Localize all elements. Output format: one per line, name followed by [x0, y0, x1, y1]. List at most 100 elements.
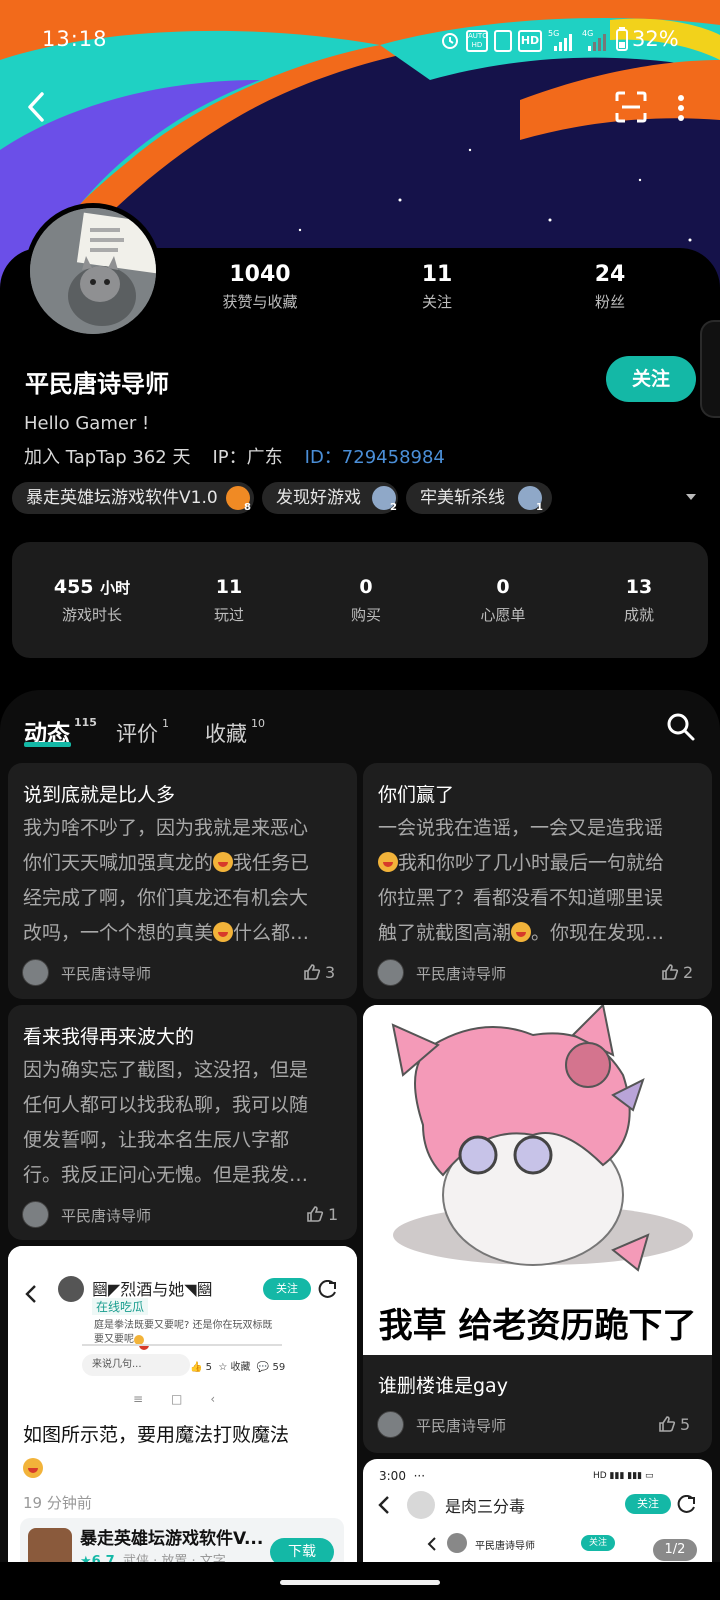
- post-title: 说到底就是比人多: [23, 784, 176, 806]
- page-dots: [172, 1410, 194, 1413]
- thumbs-up-icon: [659, 1416, 676, 1432]
- shot-follow: 关注: [263, 1278, 311, 1300]
- shot-user: 是肉三分毒: [445, 1497, 526, 1516]
- post-card[interactable]: 说到底就是比人多 我为啥不吵了，因为我就是来恶心 你们天天喊加强真龙的 我任务已 …: [8, 763, 357, 999]
- shot-input: 来说几句...: [82, 1354, 190, 1376]
- badge-custom[interactable]: 牢美斩杀线 1: [406, 482, 552, 514]
- shot-inner-user: 平民唐诗导师: [475, 1541, 535, 1552]
- tab-reviews-label: 评价: [116, 722, 158, 746]
- post-time: 19 分钟前: [23, 1494, 92, 1512]
- post-card[interactable]: 3:00 ··· HD ▮▮▮ ▮▮▮ ▭ 是肉三分毒 关注 平民唐诗导师 关注…: [363, 1459, 712, 1577]
- user-bio: Hello Gamer !: [24, 413, 150, 434]
- chevron-down-icon[interactable]: [686, 494, 696, 500]
- avatar: [22, 1201, 49, 1228]
- share-icon: [677, 1495, 695, 1513]
- post-card[interactable]: 你们赢了 一会说我在造谣，一会又是造我谣 我和你吵了几小时最后一句就给 你拉黑了…: [363, 763, 712, 999]
- stat-played[interactable]: 11 玩过: [169, 576, 289, 625]
- signal-4g-icon: 4G: [582, 29, 606, 51]
- tab-favorites-count: 10: [251, 717, 265, 730]
- thumbs-up-icon: [662, 964, 679, 980]
- post-screenshot: 圝◤烈酒与她◥圝 在线吃瓜 关注 庭是拳法既要又要呢? 还是你在玩双标既 要又要…: [8, 1246, 357, 1421]
- nfc-icon: [494, 30, 512, 52]
- stat-following-label: 关注: [421, 293, 452, 311]
- back-arrow-icon[interactable]: [22, 90, 52, 124]
- grin-emoji-icon: [213, 852, 234, 872]
- avatar[interactable]: [25, 203, 161, 339]
- stat-likes-label: 获赞与收藏: [222, 293, 298, 311]
- tab-reviews[interactable]: 评价 1: [116, 717, 169, 748]
- grin-emoji-icon: [23, 1458, 43, 1478]
- side-drawer-handle[interactable]: [700, 320, 720, 418]
- post-title: 看来我得再来波大的: [23, 1026, 195, 1048]
- back-arrow-icon: [378, 1496, 389, 1514]
- avatar: [58, 1276, 84, 1302]
- achievements-number: 13: [625, 576, 653, 598]
- post-body: 一会说我在造谣，一会又是造我谣 我和你吵了几小时最后一句就给 你拉黑了？看都没看…: [378, 817, 665, 944]
- search-icon[interactable]: [666, 712, 696, 742]
- avatar: [377, 1411, 404, 1438]
- user-id[interactable]: ID：729458984: [305, 447, 445, 468]
- like-button[interactable]: 1: [306, 1205, 338, 1224]
- battery-icon: [616, 27, 628, 51]
- stat-following[interactable]: 11 关注: [367, 262, 507, 312]
- post-title: 你们赢了: [378, 784, 455, 806]
- stat-purchased[interactable]: 0 购买: [306, 576, 426, 625]
- auto-icon: AUTO HD: [466, 30, 488, 52]
- scan-icon[interactable]: [614, 90, 648, 124]
- medal-icon: 8: [226, 486, 251, 513]
- stat-playtime[interactable]: 455 小时 游戏时长: [32, 576, 152, 625]
- purchased-label: 购买: [350, 606, 381, 624]
- battery-percent: 32%: [632, 27, 679, 51]
- share-icon: [318, 1280, 336, 1298]
- thumbs-up-icon: [304, 964, 321, 980]
- avatar: [447, 1533, 467, 1553]
- stat-achievements[interactable]: 13 成就: [579, 576, 699, 625]
- post-card[interactable]: 圝◤烈酒与她◥圝 在线吃瓜 关注 庭是拳法既要又要呢? 还是你在玩双标既 要又要…: [8, 1246, 357, 1576]
- medal-icon: 2: [372, 486, 397, 513]
- post-body: 我为啥不吵了，因为我就是来恶心 你们天天喊加强真龙的 我任务已 经完成了啊，你们真…: [23, 817, 310, 944]
- shot-actions: 👍 5 ☆ 收藏 💬 59: [190, 1362, 286, 1373]
- image-caption: 我草 给老资历跪下了: [378, 1306, 697, 1346]
- grin-emoji-icon: [511, 922, 532, 942]
- join-days: 加入 TapTap 362 天: [24, 447, 191, 468]
- hd-icon: HD: [518, 30, 542, 52]
- active-tab-indicator: [24, 742, 71, 747]
- stat-followers-number: 24: [594, 262, 626, 287]
- grin-emoji-icon: [213, 922, 234, 942]
- avatar: [377, 959, 404, 986]
- user-name: 平民唐诗导师: [25, 370, 169, 398]
- image-post-card[interactable]: 我草 给老资历跪下了 谁删楼谁是gay 平民唐诗导师 5: [363, 1005, 712, 1453]
- like-button[interactable]: 2: [661, 963, 693, 982]
- post-image: 我草 给老资历跪下了: [363, 1005, 712, 1355]
- stat-likes[interactable]: 1040 获赞与收藏: [190, 262, 330, 312]
- like-button[interactable]: 3: [303, 963, 335, 982]
- follow-button[interactable]: 关注: [606, 356, 696, 402]
- post-card[interactable]: 看来我得再来波大的 因为确实忘了截图，这没招，但是 任何人都可以找我私聊，我可以…: [8, 1005, 357, 1240]
- status-bar: 13:18 AUTO HD HD 5G 4G 32%: [0, 0, 720, 80]
- shot-line: 庭是拳法既要又要呢? 还是你在玩双标既: [94, 1320, 273, 1331]
- post-body: 因为确实忘了截图，这没招，但是 任何人都可以找我私聊，我可以随 便发誓啊，让我本…: [23, 1059, 309, 1186]
- thumbs-up-icon: [307, 1206, 324, 1222]
- badge-label: 牢美斩杀线: [420, 488, 505, 508]
- badge-discover[interactable]: 发现好游戏 2: [262, 482, 398, 514]
- like-button[interactable]: 5: [658, 1415, 690, 1434]
- shot-line: 要又要呢: [94, 1330, 149, 1350]
- tab-favorites[interactable]: 收藏 10: [205, 717, 265, 748]
- stat-followers[interactable]: 24 粉丝: [540, 262, 680, 312]
- android-nav: ≡□‹: [133, 1392, 244, 1406]
- status-time: 13:18: [42, 27, 108, 51]
- signal-5g-icon: 5G: [548, 29, 572, 51]
- played-number: 11: [215, 576, 243, 598]
- home-indicator[interactable]: [280, 1580, 440, 1585]
- achievements-label: 成就: [623, 606, 654, 624]
- tab-reviews-count: 1: [162, 717, 169, 730]
- purchased-number: 0: [359, 576, 373, 598]
- post-title: 谁删楼谁是gay: [378, 1375, 508, 1397]
- stat-wishlist[interactable]: 0 心愿单: [443, 576, 563, 625]
- stat-following-number: 11: [421, 262, 453, 287]
- badge-game[interactable]: 暴走英雄坛游戏软件V1.0 8: [12, 482, 254, 514]
- badge-label: 发现好游戏: [276, 488, 361, 508]
- shot-user: 圝◤烈酒与她◥圝: [92, 1280, 213, 1299]
- medal-icon: 1: [518, 486, 543, 513]
- more-vertical-icon[interactable]: [676, 94, 686, 122]
